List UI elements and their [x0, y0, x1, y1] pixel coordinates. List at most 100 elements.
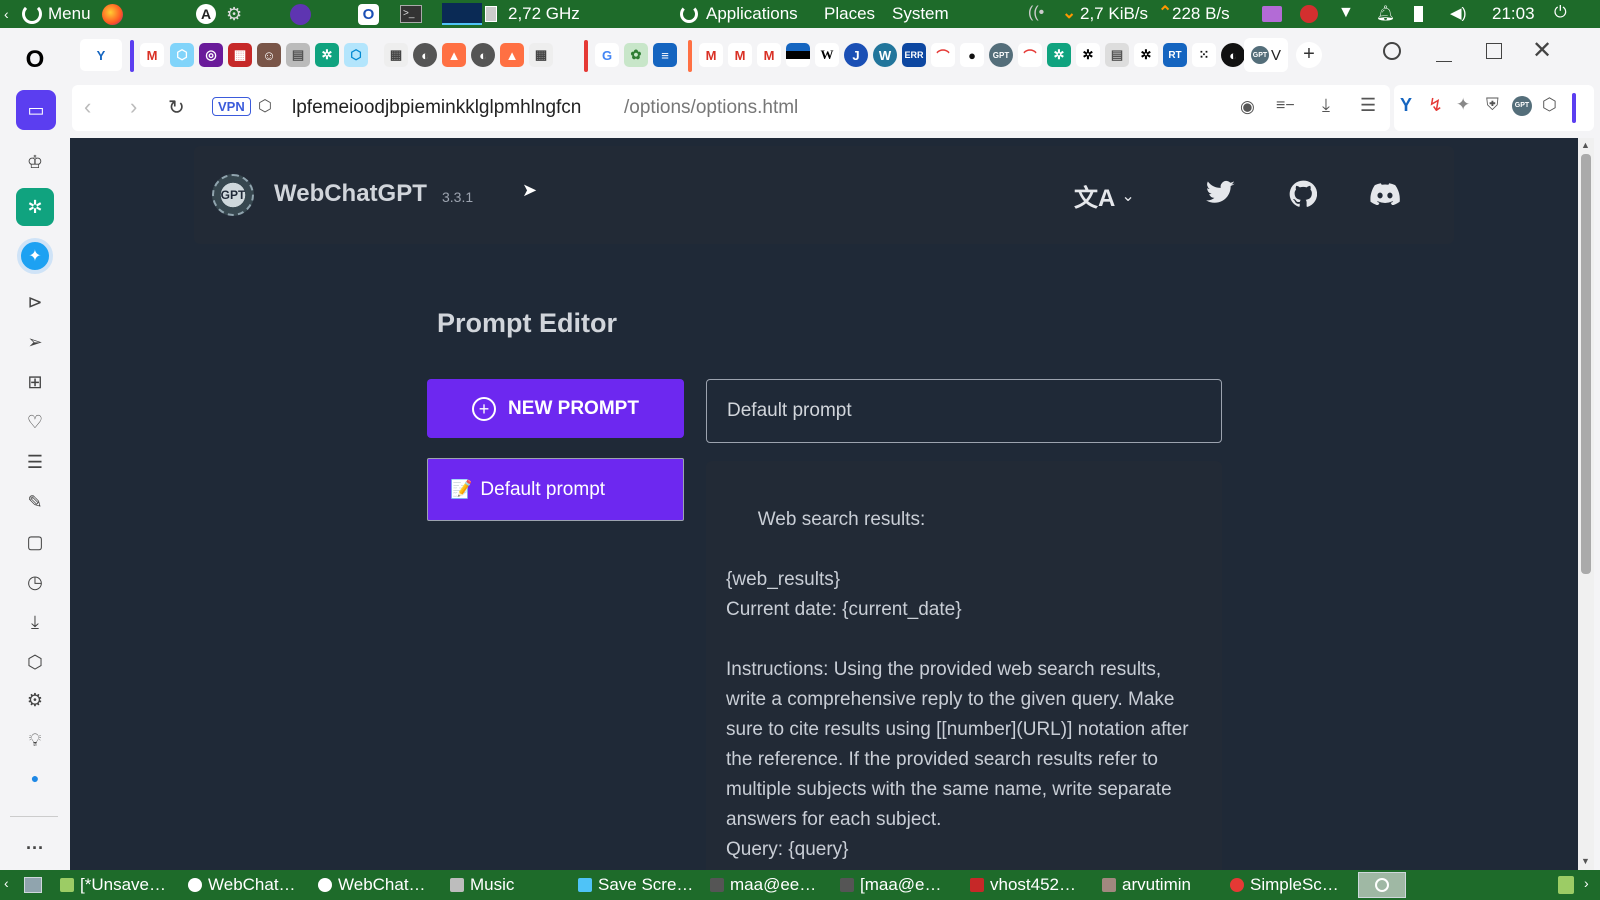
tab-circle-icon[interactable]: ◐ — [1221, 43, 1245, 67]
taskbar-item[interactable]: [*Unsave… — [60, 873, 178, 897]
tab-jt-icon[interactable]: J — [844, 43, 868, 67]
record-tray-icon[interactable] — [1300, 5, 1318, 23]
url-path[interactable]: /options/options.html — [624, 97, 798, 119]
opera-launcher-icon[interactable]: O — [358, 4, 379, 25]
tab-grid2-icon[interactable]: ▦ — [529, 43, 553, 67]
ext-red-icon[interactable]: ↯ — [1428, 95, 1443, 116]
tab-film-icon[interactable]: ▦ — [228, 43, 252, 67]
tab-grid-icon[interactable]: ▦ — [384, 43, 408, 67]
history-icon[interactable]: ◷ — [14, 564, 56, 600]
menu-icon[interactable] — [22, 4, 42, 24]
app-launcher-a-icon[interactable]: A — [196, 4, 216, 24]
tab-reader-icon[interactable]: ▤ — [286, 43, 310, 67]
tab-openai-icon[interactable]: ✲ — [1076, 43, 1100, 67]
ext-ublock-icon[interactable]: ⛨ — [1486, 95, 1499, 115]
opera-logo-icon[interactable]: O — [14, 42, 56, 78]
tab-rt-icon[interactable]: RT — [1163, 43, 1187, 67]
terminal-launcher-icon[interactable]: >_ — [400, 5, 422, 23]
address-bar[interactable]: ‹ › ↻ VPN ⬡ lpfemeioodjbpieminkklglpmhln… — [72, 85, 1390, 131]
tab-chatgpt-icon[interactable]: ✲ — [315, 43, 339, 67]
chatgpt-sidebar-icon[interactable]: ✲ — [16, 188, 54, 226]
tab-err-icon[interactable]: ERR — [902, 43, 926, 67]
workspace-icon[interactable]: ▭ — [16, 90, 56, 130]
language-selector[interactable]: 文A ⌄ — [1074, 178, 1135, 213]
taskbar-item[interactable]: maa@ee… — [710, 873, 828, 897]
twitter-icon[interactable] — [1206, 180, 1236, 206]
tab-wordpress-icon[interactable]: W — [873, 43, 897, 67]
tab-chatgpt2-icon[interactable]: ✲ — [1047, 43, 1071, 67]
network-tray-icon[interactable]: ▼ — [1338, 4, 1354, 22]
tab-wikipedia-icon[interactable]: W — [815, 43, 839, 67]
tab-apps-icon[interactable]: ⁙ — [1192, 43, 1216, 67]
tab-globe-icon[interactable]: ◐ — [413, 43, 437, 67]
menu-label[interactable]: Menu — [48, 4, 91, 24]
tab-globe2-icon[interactable]: ◐ — [471, 43, 495, 67]
taskbar-left-arrow[interactable]: ‹ — [4, 875, 9, 891]
show-desktop-icon[interactable] — [24, 877, 42, 893]
cube-icon[interactable]: ⬡ — [14, 644, 56, 680]
tabs-icon[interactable]: ▢ — [14, 524, 56, 560]
news-icon[interactable]: ☰ — [14, 444, 56, 480]
tab-calc-icon[interactable]: ≡ — [653, 43, 677, 67]
github-icon[interactable] — [1289, 180, 1317, 208]
search-tabs-icon[interactable] — [1383, 42, 1401, 60]
applications-menu[interactable]: Applications — [706, 4, 798, 24]
lightbulb-icon[interactable]: 💡︎ — [14, 722, 56, 758]
prompt-list-item[interactable]: 📝 Default prompt — [427, 458, 684, 521]
crown-icon[interactable]: ♔ — [14, 144, 56, 180]
tab-openai2-icon[interactable]: ✲ — [1134, 43, 1158, 67]
chat-bubble-icon[interactable]: ● — [14, 760, 56, 796]
twitter-sidebar-icon[interactable]: ✦ — [17, 238, 53, 274]
tab-google-icon[interactable]: G — [595, 43, 619, 67]
tab-photo-icon[interactable]: ☺ — [257, 43, 281, 67]
tab-gmail3-icon[interactable]: M — [728, 43, 752, 67]
downloads-icon[interactable]: ⤓ — [14, 604, 56, 640]
more-icon[interactable]: ··· — [14, 830, 56, 866]
taskbar-right-arrow[interactable]: › — [1584, 875, 1589, 891]
tab-gpt-icon[interactable]: GPT — [989, 43, 1013, 67]
tab-translate-icon[interactable]: ✿ — [624, 43, 648, 67]
trash-icon[interactable] — [1558, 876, 1574, 894]
tab-proton-icon[interactable]: ◎ — [199, 43, 223, 67]
close-window-button[interactable]: ✕ — [1532, 36, 1552, 65]
notification-bell-icon[interactable]: 🔔︎ — [1376, 4, 1395, 22]
restore-button[interactable] — [1486, 43, 1502, 59]
player-icon[interactable]: ⊳ — [14, 284, 56, 320]
taskbar-item[interactable]: [maa@e… — [840, 873, 958, 897]
ext-cube-icon[interactable]: ⬡ — [1542, 95, 1557, 115]
page-scrollbar[interactable]: ▲ ▼ — [1578, 138, 1594, 870]
settings-icon[interactable]: ⚙ — [14, 682, 56, 718]
scroll-up-arrow[interactable]: ▲ — [1581, 140, 1590, 150]
minimize-button[interactable] — [1436, 42, 1452, 62]
panel-left-arrow[interactable]: ‹ — [4, 6, 9, 22]
firefox-icon[interactable] — [102, 4, 123, 25]
reload-icon[interactable]: ↻ — [168, 95, 185, 120]
back-icon[interactable]: ‹ — [84, 94, 91, 120]
snapshot-icon[interactable]: ◉ — [1240, 97, 1255, 117]
prompt-body-editor[interactable]: Web search results: {web_results} Curren… — [706, 461, 1222, 870]
system-menu[interactable]: System — [892, 4, 949, 24]
scrollbar-thumb[interactable] — [1581, 154, 1591, 574]
battery-icon[interactable] — [1414, 6, 1423, 22]
discord-icon[interactable] — [1370, 183, 1400, 205]
tab-hex2-icon[interactable]: ⬡ — [344, 43, 368, 67]
new-prompt-button[interactable]: + NEW PROMPT — [427, 379, 684, 438]
tab-hex-icon[interactable]: ⬡ — [170, 43, 194, 67]
download-icon[interactable]: ⤓ — [1322, 95, 1330, 116]
scroll-down-arrow[interactable]: ▼ — [1581, 856, 1590, 866]
places-menu[interactable]: Places — [824, 4, 875, 24]
tab-github-icon[interactable]: ● — [960, 43, 984, 67]
pinboard-icon[interactable]: ✎ — [14, 484, 56, 520]
tab-gmail-icon[interactable]: M — [140, 43, 164, 67]
taskbar-item[interactable]: arvutimin — [1102, 873, 1212, 897]
power-icon[interactable]: ⏻ — [1554, 4, 1567, 22]
tab-vivaldi-icon[interactable]: Y — [80, 39, 122, 71]
extensions-grid-icon[interactable]: ⊞ — [14, 364, 56, 400]
easy-setup-icon[interactable]: ☰ — [1360, 95, 1376, 116]
forward-icon[interactable]: › — [130, 94, 137, 120]
taskbar-active-item[interactable] — [1358, 872, 1406, 898]
taskbar-item[interactable]: WebChat… — [188, 873, 306, 897]
tab-rainbow2-icon[interactable]: ⌒ — [1018, 43, 1042, 67]
tab-fox2-icon[interactable]: ▲ — [500, 43, 524, 67]
taskbar-item[interactable]: vhost452… — [970, 873, 1088, 897]
